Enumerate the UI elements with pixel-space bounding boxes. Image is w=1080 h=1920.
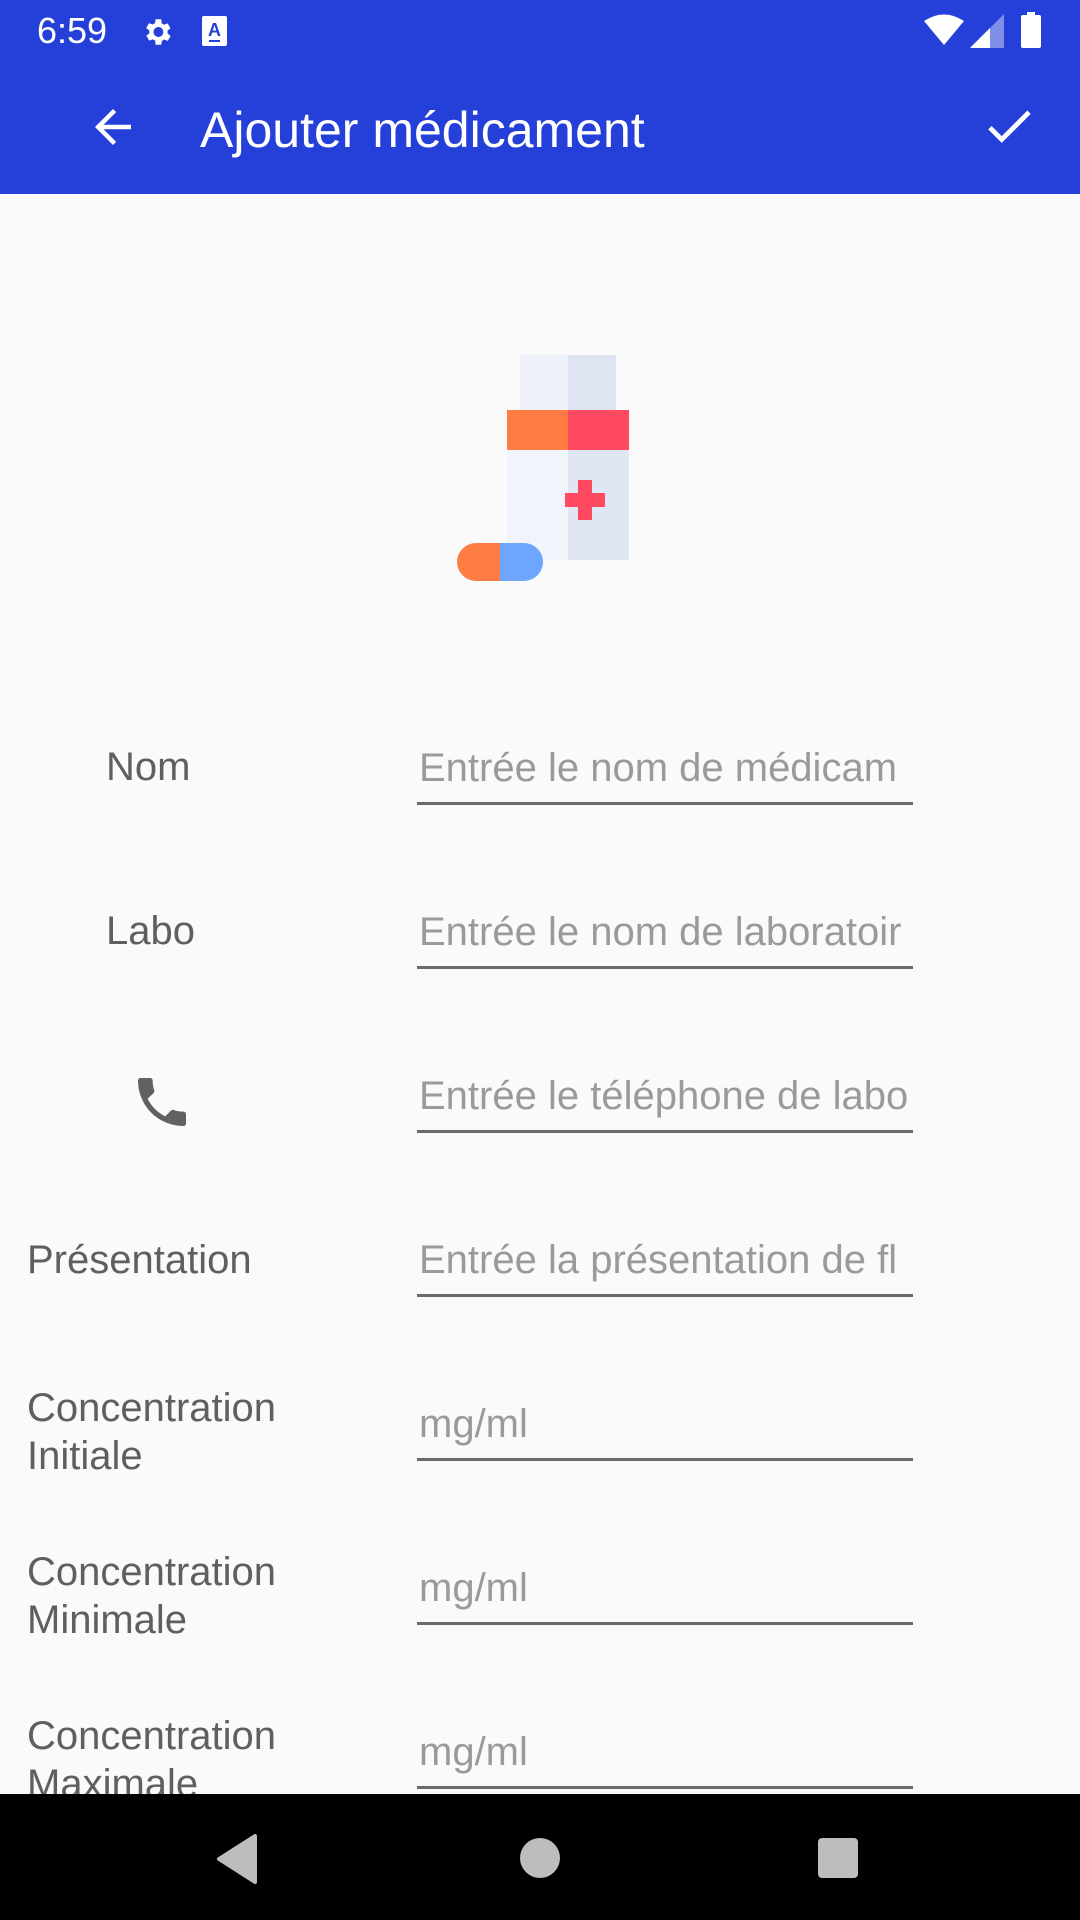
signal-icon — [970, 14, 1004, 48]
labo-label: Labo — [106, 909, 195, 953]
nav-recents-icon[interactable] — [818, 1838, 858, 1878]
screen: 6:59 A Ajouter médicament Nom Entrée le … — [0, 0, 1080, 1920]
nom-label: Nom — [106, 745, 191, 789]
nom-input[interactable] — [417, 735, 913, 805]
check-icon[interactable] — [978, 97, 1040, 155]
app-toolbar: Ajouter médicament — [0, 63, 1080, 194]
form-row-concentration-minimale: Concentration Minimale — [0, 1548, 1080, 1678]
concentration-maximale-label-line1: Concentration — [27, 1714, 277, 1758]
concentration-minimale-label: Concentration Minimale — [27, 1548, 276, 1644]
labo-input[interactable] — [417, 899, 913, 969]
presentation-label: Présentation — [27, 1238, 252, 1282]
system-nav-bar — [0, 1794, 1080, 1920]
concentration-minimale-label-line1: Concentration — [27, 1550, 277, 1594]
status-bar: 6:59 A — [0, 0, 1080, 63]
form-row-concentration-initiale: Concentration Initiale — [0, 1384, 1080, 1514]
arrow-left-icon[interactable] — [86, 100, 140, 154]
concentration-maximale-input[interactable] — [417, 1719, 913, 1789]
telephone-input[interactable] — [417, 1063, 913, 1133]
presentation-input[interactable] — [417, 1227, 913, 1297]
wifi-icon — [924, 14, 964, 45]
form-row-telephone — [0, 1063, 1080, 1183]
form-row-labo: Labo — [0, 899, 1080, 1019]
medicine-bottle-icon — [457, 355, 629, 581]
concentration-initiale-label-line2: Initiale — [27, 1434, 143, 1478]
concentration-initiale-label: Concentration Initiale — [27, 1384, 276, 1480]
status-time: 6:59 — [37, 10, 108, 51]
form-row-presentation: Présentation — [0, 1227, 1080, 1347]
concentration-initiale-label-line1: Concentration — [27, 1386, 277, 1430]
text-a-icon: A — [202, 16, 227, 46]
page-title: Ajouter médicament — [200, 102, 645, 158]
nav-back-icon[interactable] — [215, 1834, 259, 1884]
concentration-initiale-input[interactable] — [417, 1391, 913, 1461]
form-row-nom: Nom — [0, 735, 1080, 855]
nav-home-icon[interactable] — [520, 1838, 560, 1878]
concentration-minimale-input[interactable] — [417, 1555, 913, 1625]
battery-icon — [1021, 12, 1041, 48]
concentration-minimale-label-line2: Minimale — [27, 1598, 188, 1642]
settings-icon — [146, 19, 171, 45]
svg-text:A: A — [208, 20, 221, 40]
